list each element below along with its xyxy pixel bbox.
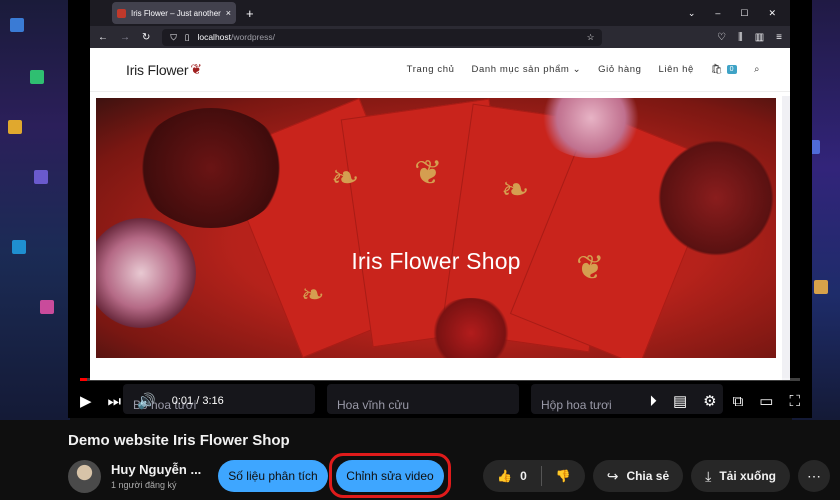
like-button[interactable]: 👍 0 — [483, 469, 541, 483]
cart-button[interactable]: 🛍 0 — [710, 64, 738, 75]
tab-close-icon[interactable]: × — [226, 8, 231, 18]
settings-gear-icon[interactable]: ⚙ — [703, 394, 716, 409]
volume-icon[interactable]: 🔊 — [137, 394, 156, 409]
menu-item-categories-label: Danh mục sản phẩm — [471, 64, 570, 75]
video-title: Demo website Iris Flower Shop — [68, 432, 290, 449]
gold-ornament: ❧ — [501, 171, 530, 209]
site-logo[interactable]: Iris Flower ❦ — [126, 61, 202, 78]
pocket-icon[interactable]: ♡ — [717, 32, 726, 43]
channel-name[interactable]: Huy Nguyễn ... — [111, 462, 201, 477]
subtitles-icon[interactable]: ▤ — [673, 394, 687, 409]
forward-icon[interactable]: → — [120, 32, 130, 43]
player-controls: ▶ ⏭ 🔊 0:01 / 3:16 ⏵ ▤ ⚙ ⧉ ▭ ⛶ — [68, 384, 812, 418]
window-close-icon[interactable]: ✕ — [768, 8, 776, 19]
next-icon[interactable]: ⏭ — [108, 394, 122, 409]
fullscreen-icon[interactable]: ⛶ — [789, 394, 800, 409]
browser-tab-bar: Iris Flower – Just another Word × + ⌄ – … — [90, 0, 790, 26]
browser-tab[interactable]: Iris Flower – Just another Word × — [112, 2, 236, 24]
minimize-icon[interactable]: – — [715, 8, 720, 19]
channel-owner: Huy Nguyễn ... 1 người đăng ký — [68, 458, 201, 494]
page-icon: ▯ — [184, 31, 190, 42]
url-host: localhost — [197, 32, 232, 42]
video-player[interactable]: Iris Flower – Just another Word × + ⌄ – … — [68, 0, 812, 418]
miniplayer-icon[interactable]: ⧉ — [733, 394, 744, 409]
menu-item-home[interactable]: Trang chủ — [407, 64, 455, 75]
reload-icon[interactable]: ↻ — [142, 32, 150, 43]
bookmark-star-icon[interactable]: ☆ — [587, 32, 595, 43]
new-tab-icon[interactable]: + — [246, 6, 254, 21]
gold-ornament: ❧ — [331, 159, 360, 197]
dahlia-flower — [656, 138, 776, 258]
cart-count-badge: 0 — [726, 65, 738, 74]
hero-banner: ❧ ❦ ❧ ❦ ❧ Iris Flower Shop — [96, 98, 776, 358]
avatar[interactable] — [68, 459, 101, 493]
theater-mode-icon[interactable]: ▭ — [759, 394, 773, 409]
back-icon[interactable]: ← — [98, 32, 108, 43]
gold-ornament: ❦ — [414, 154, 443, 192]
dislike-button[interactable]: 👎 — [542, 469, 585, 483]
menu-item-categories[interactable]: Danh mục sản phẩm ⌄ — [472, 64, 582, 75]
thumbs-down-icon: 👎 — [555, 469, 571, 483]
site-favicon-icon — [117, 8, 126, 18]
download-label: Tải xuống — [719, 469, 776, 483]
desktop-background-left — [0, 0, 70, 420]
site-menu: Trang chủ Danh mục sản phẩm ⌄ Giỏ hàng L… — [407, 64, 760, 75]
download-button[interactable]: ⤓ Tải xuống — [691, 460, 790, 492]
analytics-button[interactable]: Số liệu phân tích — [218, 460, 328, 492]
download-icon: ⤓ — [705, 467, 712, 484]
menu-item-cart[interactable]: Giỏ hàng — [598, 64, 641, 75]
more-icon: ⋯ — [807, 467, 821, 484]
share-button[interactable]: ↪ Chia sẻ — [592, 460, 684, 492]
like-count: 0 — [520, 469, 527, 483]
chevron-down-icon: ⌄ — [572, 64, 582, 75]
autoplay-toggle-icon[interactable]: ⏵ — [649, 394, 657, 409]
browser-nav-bar: ← → ↻ ⛉ ▯ localhost/wordpress/ ☆ ♡ ⫼ ▥ ≡ — [90, 26, 790, 48]
gold-ornament: ❧ — [301, 279, 325, 310]
video-actions: 👍 0 👎 ↪ Chia sẻ ⤓ Tải xuống ⋯ — [483, 460, 830, 492]
window-menu-icon[interactable]: ⌄ — [688, 8, 696, 19]
progress-fill — [80, 378, 88, 381]
site-header: Iris Flower ❦ Trang chủ Danh mục sản phẩ… — [90, 48, 790, 92]
url-path: /wordpress/ — [231, 32, 275, 42]
browser-window: Iris Flower – Just another Word × + ⌄ – … — [90, 0, 790, 380]
library-icon[interactable]: ⫼ — [738, 32, 743, 43]
share-label: Chia sẻ — [626, 469, 670, 483]
basket-icon: 🛍 — [710, 64, 724, 75]
play-icon[interactable]: ▶ — [80, 394, 92, 409]
time-display: 0:01 / 3:16 — [171, 395, 224, 407]
like-dislike-group: 👍 0 👎 — [483, 460, 585, 492]
hamburger-menu-icon[interactable]: ≡ — [776, 32, 782, 43]
shield-icon: ⛉ — [170, 31, 177, 42]
progress-bar[interactable] — [80, 378, 800, 381]
search-icon[interactable]: ⌕ — [754, 64, 760, 75]
thumbs-up-icon: 👍 — [497, 469, 513, 483]
subscriber-count: 1 người đăng ký — [111, 480, 177, 490]
website-viewport: Iris Flower ❦ Trang chủ Danh mục sản phẩ… — [90, 48, 790, 380]
address-bar[interactable]: ⛉ ▯ localhost/wordpress/ ☆ — [162, 28, 603, 46]
menu-item-contact[interactable]: Liên hệ — [659, 64, 694, 75]
page-scrollbar[interactable] — [782, 96, 790, 380]
rose-icon: ❦ — [190, 61, 202, 77]
more-actions-button[interactable]: ⋯ — [798, 460, 830, 492]
highlight-annotation — [329, 453, 451, 498]
sidebar-icon[interactable]: ▥ — [755, 32, 764, 43]
site-logo-text: Iris Flower — [126, 61, 189, 78]
tab-title: Iris Flower – Just another Word — [131, 8, 221, 18]
share-icon: ↪ — [606, 467, 619, 484]
dahlia-flower — [136, 108, 286, 228]
hero-title: Iris Flower Shop — [351, 248, 521, 274]
maximize-icon[interactable]: ☐ — [740, 8, 748, 19]
